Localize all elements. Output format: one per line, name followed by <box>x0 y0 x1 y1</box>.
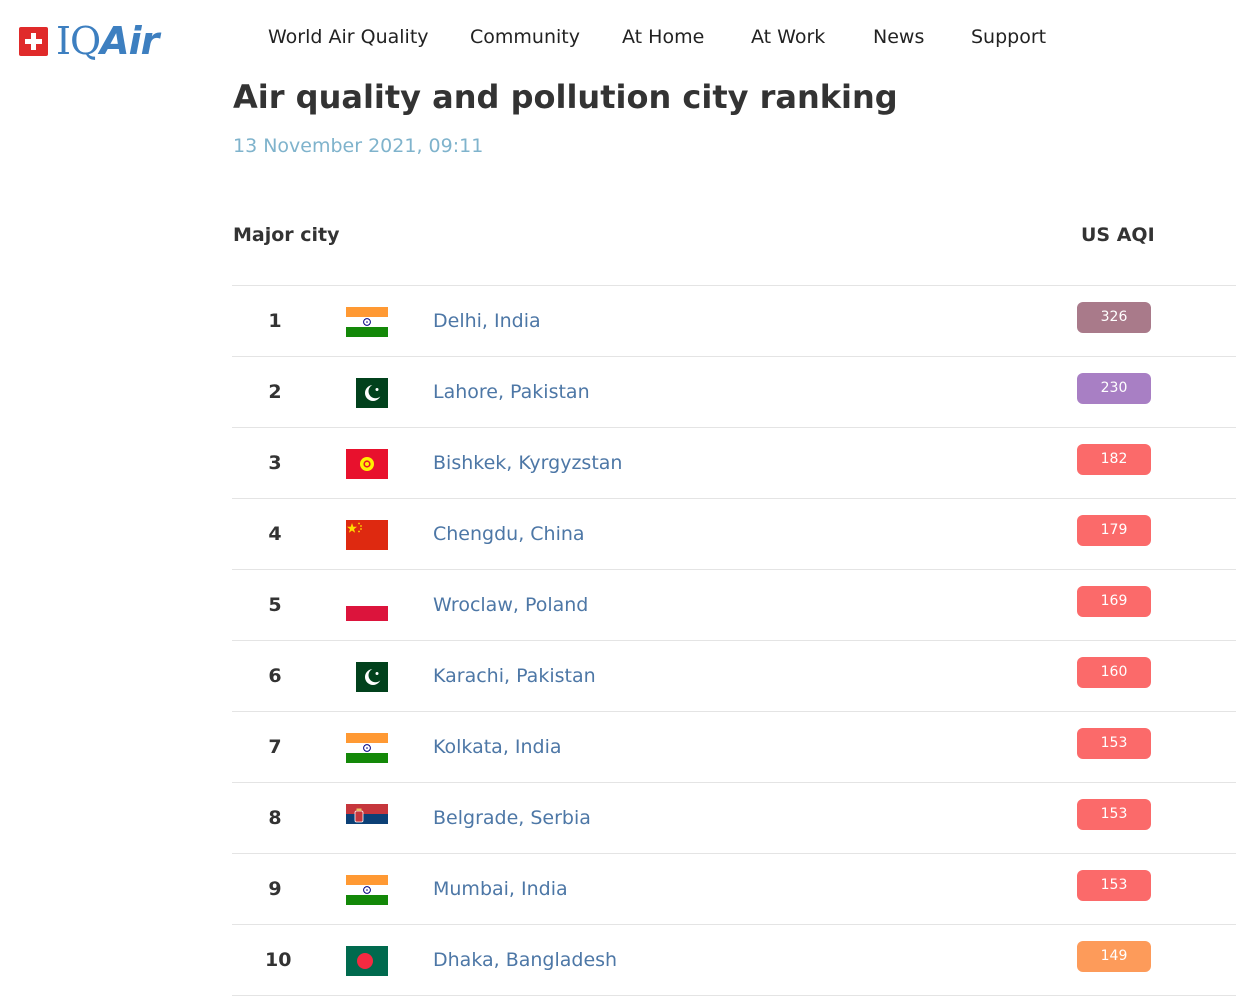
city-link-wroclaw[interactable]: Wroclaw, Poland <box>433 594 588 616</box>
rank-number: 7 <box>268 736 282 758</box>
aqi-badge: 153 <box>1077 799 1151 830</box>
bangladesh-flag-icon <box>346 946 388 976</box>
city-link-delhi[interactable]: Delhi, India <box>433 310 541 332</box>
column-header-us-aqi: US AQI <box>1081 224 1155 246</box>
poland-flag-icon <box>346 591 388 621</box>
aqi-badge: 179 <box>1077 515 1151 546</box>
table-row[interactable]: 10 Dhaka, Bangladesh 149 <box>232 925 1236 996</box>
city-link-chengdu[interactable]: Chengdu, China <box>433 523 585 545</box>
serbia-flag-icon <box>346 804 388 834</box>
rank-number: 8 <box>268 807 282 829</box>
logo-wordmark: IQAir <box>56 19 159 63</box>
kyrgyzstan-flag-icon <box>346 449 388 479</box>
aqi-badge: 149 <box>1077 941 1151 972</box>
pakistan-flag-icon <box>346 662 388 692</box>
india-flag-icon <box>346 307 388 337</box>
rank-number: 10 <box>265 949 292 971</box>
aqi-badge: 153 <box>1077 870 1151 901</box>
india-flag-icon <box>346 875 388 905</box>
city-link-karachi[interactable]: Karachi, Pakistan <box>433 665 596 687</box>
aqi-badge: 326 <box>1077 302 1151 333</box>
city-link-dhaka[interactable]: Dhaka, Bangladesh <box>433 949 617 971</box>
rank-number: 9 <box>268 878 282 900</box>
nav-news[interactable]: News <box>873 26 924 48</box>
pakistan-flag-icon <box>346 378 388 408</box>
city-link-mumbai[interactable]: Mumbai, India <box>433 878 568 900</box>
nav-at-home[interactable]: At Home <box>622 26 704 48</box>
city-ranking-table: 1 Delhi, India 326 2 Lahore, Pakistan 230 3 Bis… <box>232 285 1236 996</box>
rank-number: 6 <box>268 665 282 687</box>
table-row[interactable]: 5 Wroclaw, Poland 169 <box>232 570 1236 641</box>
aqi-badge: 169 <box>1077 586 1151 617</box>
china-flag-icon <box>346 520 388 550</box>
rank-number: 1 <box>268 310 282 332</box>
column-header-major-city: Major city <box>233 224 340 246</box>
nav-support[interactable]: Support <box>971 26 1046 48</box>
ranking-date: 13 November 2021, 09:11 <box>233 135 484 157</box>
aqi-badge: 153 <box>1077 728 1151 759</box>
aqi-badge: 160 <box>1077 657 1151 688</box>
rank-number: 2 <box>268 381 282 403</box>
india-flag-icon <box>346 733 388 763</box>
aqi-badge: 230 <box>1077 373 1151 404</box>
page-title: Air quality and pollution city ranking <box>233 78 898 116</box>
table-row[interactable]: 6 Karachi, Pakistan 160 <box>232 641 1236 712</box>
table-row[interactable]: 8 Belgrade, Serbia 153 <box>232 783 1236 854</box>
swiss-flag-icon <box>19 26 48 56</box>
rank-number: 5 <box>268 594 282 616</box>
nav-world-air-quality[interactable]: World Air Quality <box>268 26 429 48</box>
iqair-logo[interactable]: IQAir <box>19 18 159 64</box>
table-row[interactable]: 2 Lahore, Pakistan 230 <box>232 357 1236 428</box>
rank-number: 4 <box>268 523 282 545</box>
aqi-badge: 182 <box>1077 444 1151 475</box>
table-row[interactable]: 1 Delhi, India 326 <box>232 286 1236 357</box>
nav-community[interactable]: Community <box>470 26 580 48</box>
city-link-lahore[interactable]: Lahore, Pakistan <box>433 381 590 403</box>
city-link-belgrade[interactable]: Belgrade, Serbia <box>433 807 591 829</box>
rank-number: 3 <box>268 452 282 474</box>
nav-at-work[interactable]: At Work <box>751 26 825 48</box>
table-row[interactable]: 4 Chengdu, China 179 <box>232 499 1236 570</box>
city-link-bishkek[interactable]: Bishkek, Kyrgyzstan <box>433 452 622 474</box>
city-link-kolkata[interactable]: Kolkata, India <box>433 736 562 758</box>
table-row[interactable]: 9 Mumbai, India 153 <box>232 854 1236 925</box>
table-row[interactable]: 3 Bishkek, Kyrgyzstan 182 <box>232 428 1236 499</box>
table-row[interactable]: 7 Kolkata, India 153 <box>232 712 1236 783</box>
